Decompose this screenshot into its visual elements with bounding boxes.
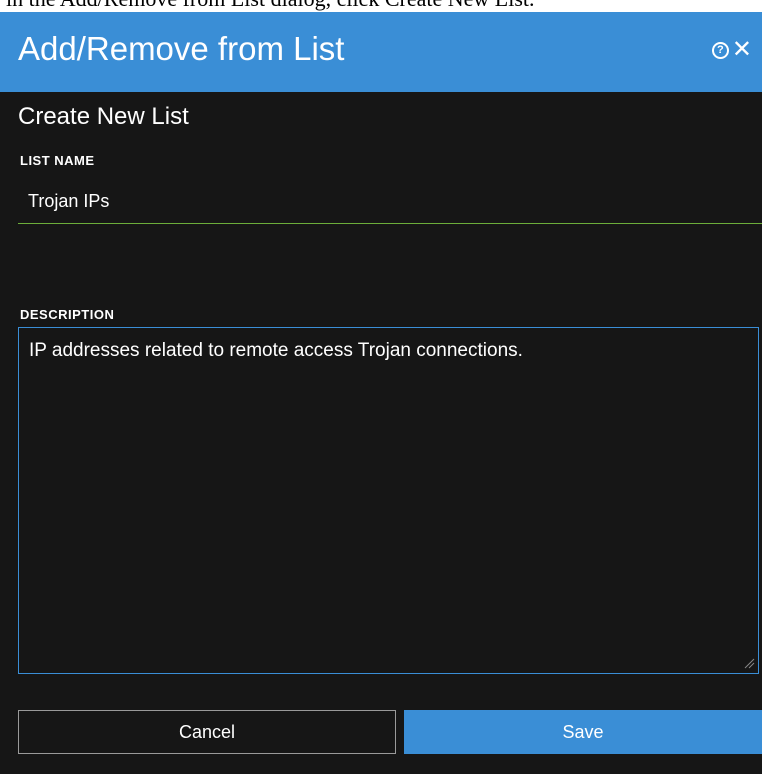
section-title: Create New List — [18, 103, 189, 130]
save-button[interactable]: Save — [404, 710, 762, 754]
title-bar-icons: ? ✕ — [711, 38, 752, 62]
close-icon[interactable]: ✕ — [732, 38, 752, 62]
list-name-label: LIST NAME — [20, 153, 95, 168]
dialog-title-bar: Add/Remove from List ? ✕ — [0, 12, 762, 92]
description-textarea[interactable]: IP addresses related to remote access Tr… — [18, 327, 759, 674]
resize-handle-icon[interactable] — [743, 657, 755, 669]
list-name-input[interactable] — [18, 180, 762, 224]
help-icon[interactable]: ? — [711, 41, 729, 59]
cancel-button[interactable]: Cancel — [18, 710, 396, 754]
instruction-caption: in the Add/Remove from List dialog, clic… — [6, 0, 535, 12]
description-label: DESCRIPTION — [20, 307, 115, 322]
dialog-title: Add/Remove from List — [18, 30, 345, 67]
add-remove-list-dialog: Add/Remove from List ? ✕ Create New List… — [0, 12, 762, 774]
